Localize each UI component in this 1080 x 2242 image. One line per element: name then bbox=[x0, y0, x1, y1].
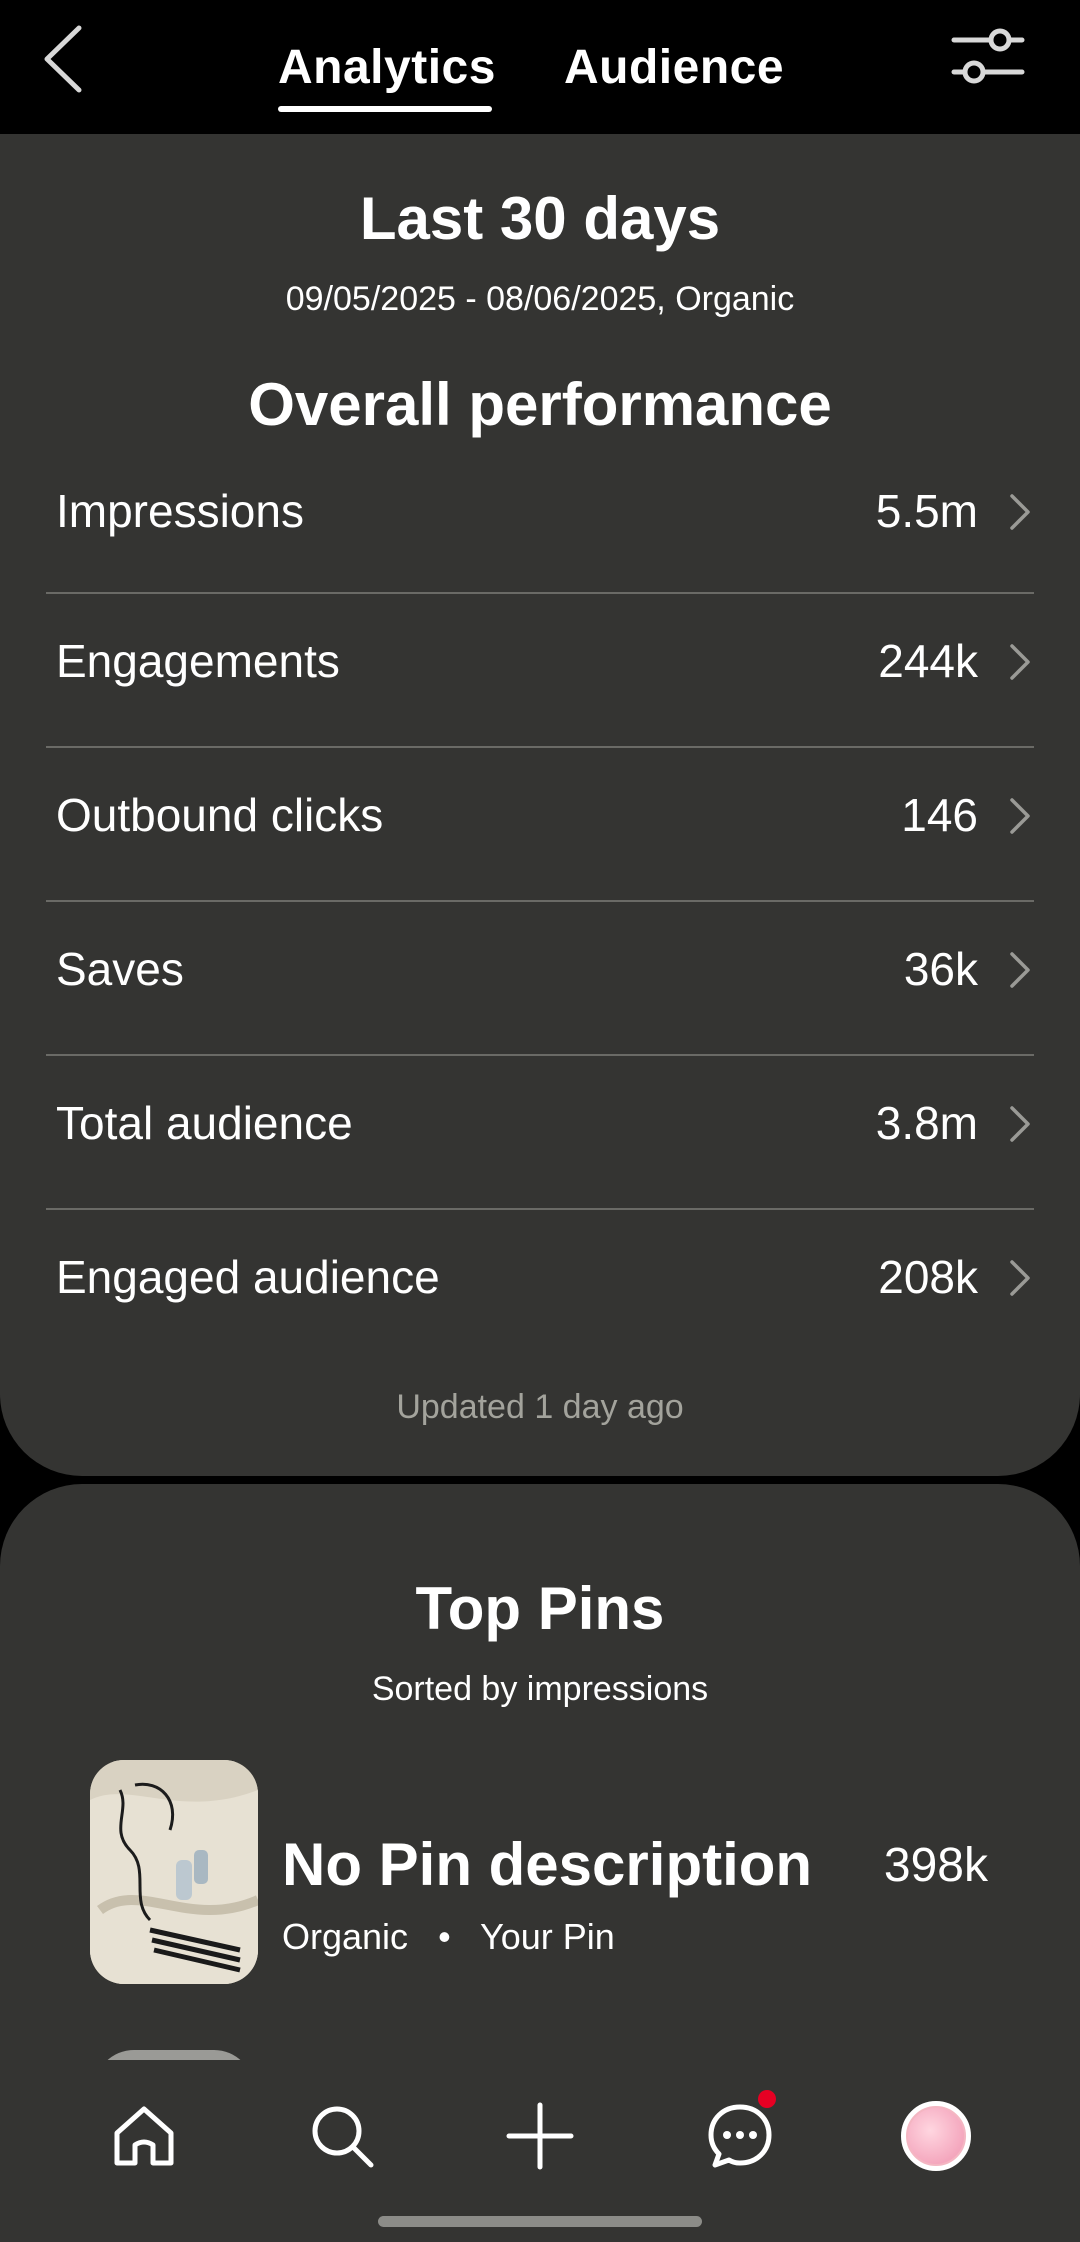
metric-row-engaged-audience[interactable]: Engaged audience 208k bbox=[46, 1210, 1034, 1364]
metric-row-outbound-clicks[interactable]: Outbound clicks 146 bbox=[46, 748, 1034, 902]
section-title: Overall performance bbox=[248, 371, 832, 438]
home-indicator[interactable] bbox=[378, 2216, 702, 2227]
plus-icon bbox=[506, 2102, 574, 2170]
tab-bar: Analytics Audience bbox=[0, 0, 1080, 134]
nav-create[interactable] bbox=[500, 2096, 580, 2176]
metric-value: 208k bbox=[878, 1251, 978, 1303]
metric-label: Outbound clicks bbox=[56, 789, 384, 841]
metric-row-impressions[interactable]: Impressions 5.5m bbox=[46, 474, 1034, 594]
period-title[interactable]: Last 30 days bbox=[0, 184, 1080, 253]
metric-value: 5.5m bbox=[875, 485, 978, 537]
chevron-right-icon bbox=[1010, 1260, 1030, 1296]
updated-status: Updated 1 day ago bbox=[396, 1388, 684, 1426]
pin-source: Organic bbox=[282, 1916, 409, 1957]
tab-analytics[interactable]: Analytics bbox=[278, 40, 496, 95]
metric-label: Total audience bbox=[56, 1097, 353, 1149]
chevron-right-icon bbox=[1010, 494, 1030, 530]
metric-value: 146 bbox=[901, 789, 978, 841]
metric-row-total-audience[interactable]: Total audience 3.8m bbox=[46, 1056, 1034, 1210]
nav-messages[interactable] bbox=[700, 2090, 780, 2176]
metric-value: 36k bbox=[903, 943, 978, 995]
sliders-icon bbox=[951, 28, 1025, 84]
system-gesture-bar bbox=[0, 2202, 1080, 2242]
messages-icon bbox=[708, 2104, 772, 2168]
metric-label: Engagements bbox=[56, 635, 340, 687]
avatar-image bbox=[908, 2108, 964, 2164]
pin-title: No Pin description bbox=[282, 1831, 813, 1898]
meta-separator: • bbox=[438, 1916, 451, 1957]
filter-button[interactable] bbox=[948, 22, 1028, 90]
nav-profile[interactable] bbox=[896, 2096, 976, 2176]
metrics-list: Impressions 5.5m Engagements 244k Outbou… bbox=[46, 474, 1034, 1364]
metric-label: Impressions bbox=[56, 485, 304, 537]
top-pins-subtitle: Sorted by impressions bbox=[371, 1670, 709, 1708]
search-icon bbox=[312, 2106, 374, 2168]
notification-dot bbox=[758, 2090, 776, 2108]
metric-value: 3.8m bbox=[875, 1097, 978, 1149]
pin-owner: Your Pin bbox=[480, 1916, 615, 1957]
pin-row[interactable]: No Pin description Organic • Your Pin 39… bbox=[90, 1760, 1010, 1984]
top-header: Analytics Audience bbox=[0, 0, 1080, 134]
pin-thumbnail bbox=[90, 1760, 258, 1984]
avatar bbox=[901, 2101, 971, 2171]
metric-label: Engaged audience bbox=[56, 1251, 440, 1303]
chevron-right-icon bbox=[1010, 798, 1030, 834]
nav-search[interactable] bbox=[302, 2096, 382, 2176]
top-pins-title: Top Pins bbox=[415, 1575, 665, 1642]
metric-row-saves[interactable]: Saves 36k bbox=[46, 902, 1034, 1056]
bottom-nav bbox=[0, 2060, 1080, 2202]
active-tab-indicator bbox=[278, 106, 492, 112]
chevron-right-icon bbox=[1010, 952, 1030, 988]
metric-row-engagements[interactable]: Engagements 244k bbox=[46, 594, 1034, 748]
pin-impressions: 398k bbox=[883, 1839, 988, 1892]
nav-home[interactable] bbox=[104, 2096, 184, 2176]
period-range: 09/05/2025 - 08/06/2025, Organic bbox=[285, 280, 795, 318]
metric-label: Saves bbox=[56, 943, 184, 995]
metric-value: 244k bbox=[878, 635, 978, 687]
chevron-right-icon bbox=[1010, 1106, 1030, 1142]
tab-audience[interactable]: Audience bbox=[564, 40, 784, 95]
home-icon bbox=[114, 2106, 174, 2166]
chevron-right-icon bbox=[1010, 644, 1030, 680]
performance-card: Last 30 days 09/05/2025 - 08/06/2025, Or… bbox=[0, 134, 1080, 1476]
pin-meta: Organic • Your Pin bbox=[282, 1916, 615, 1958]
